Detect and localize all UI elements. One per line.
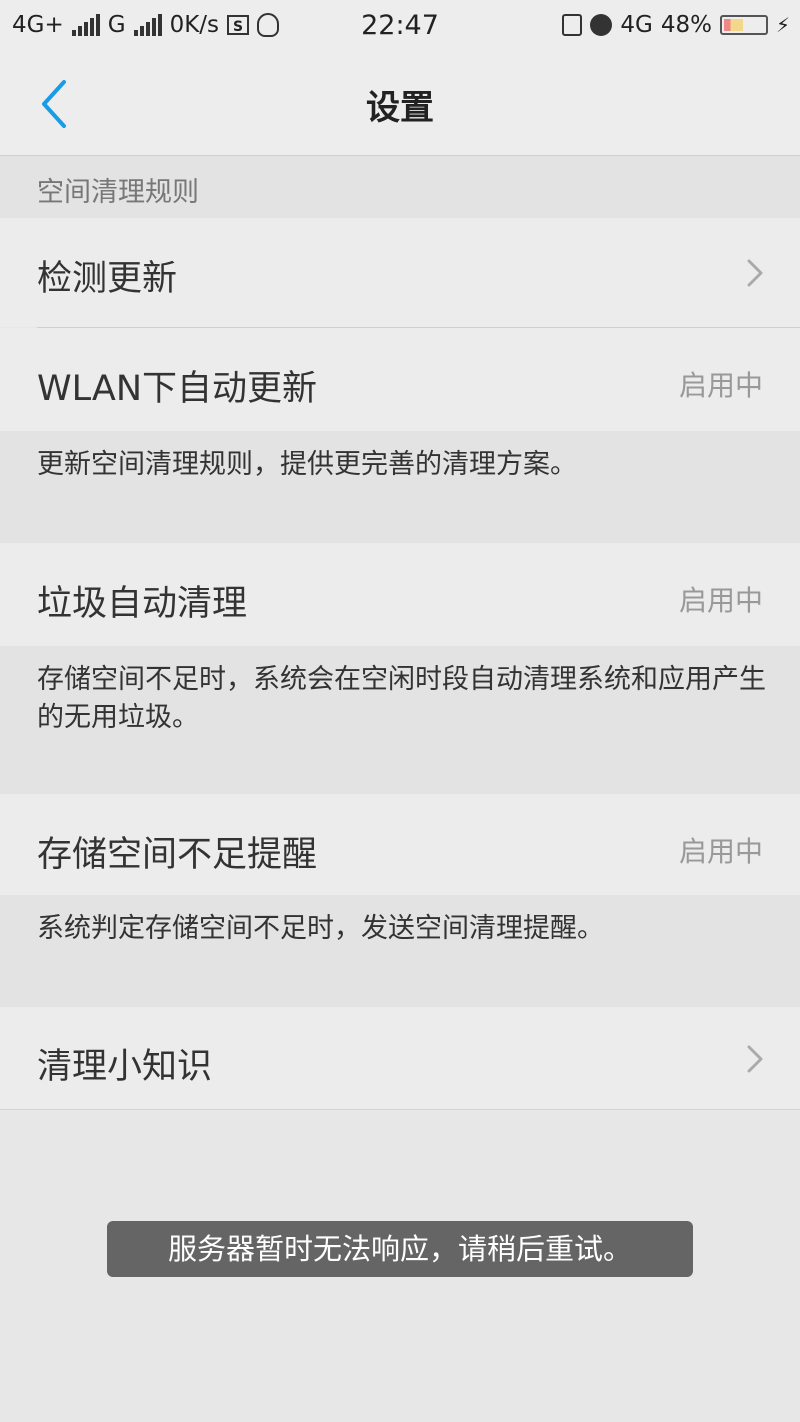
battery-icon [719,15,768,35]
low-storage-reminder-row[interactable]: 存储空间不足提醒 启用中 [0,794,800,895]
vibrate-icon [562,14,583,36]
alarm-icon [590,14,613,36]
auto-clean-row[interactable]: 垃圾自动清理 启用中 [0,543,800,646]
section-header: 空间清理规则 [0,156,800,218]
status-text: 启用中 [678,369,763,402]
status-bar-right: 4G 48% ⚡ [562,12,790,38]
page-title: 设置 [366,88,434,128]
row-label: 检测更新 [37,259,178,299]
status-bar: 4G+ G 0K/s S 22:47 4G 48% ⚡ [0,0,800,52]
toast-message: 服务器暂时无法响应，请稍后重试。 [107,1221,693,1277]
wlan-auto-update-row[interactable]: WLAN下自动更新 启用中 [0,328,800,431]
row-label: WLAN下自动更新 [37,369,318,409]
chevron-right-icon [747,259,763,287]
status-text: 启用中 [678,835,763,868]
row-description: 更新空间清理规则，提供更完善的清理方案。 [0,431,800,543]
description-text: 存储空间不足时，系统会在空闲时段自动清理系统和应用产生的无用垃圾。 [37,664,766,733]
row-label: 存储空间不足提醒 [37,835,318,875]
divider [0,1109,800,1110]
check-update-row[interactable]: 检测更新 [0,218,800,327]
section-title: 空间清理规则 [37,177,199,208]
battery-level-fill [723,19,743,31]
row-label: 垃圾自动清理 [37,584,248,624]
cleaning-tips-row[interactable]: 清理小知识 [0,1007,800,1109]
charging-icon: ⚡ [775,13,790,37]
network-label-4g: 4G [620,12,653,38]
app-header: 设置 [0,52,800,156]
status-text: 启用中 [678,584,763,617]
row-label: 清理小知识 [37,1047,213,1087]
battery-percent: 48% [660,12,712,38]
description-text: 更新空间清理规则，提供更完善的清理方案。 [37,449,577,480]
row-description: 存储空间不足时，系统会在空闲时段自动清理系统和应用产生的无用垃圾。 [0,646,800,794]
description-text: 系统判定存储空间不足时，发送空间清理提醒。 [37,913,604,944]
row-description: 系统判定存储空间不足时，发送空间清理提醒。 [0,895,800,1007]
chevron-right-icon [747,1045,763,1073]
